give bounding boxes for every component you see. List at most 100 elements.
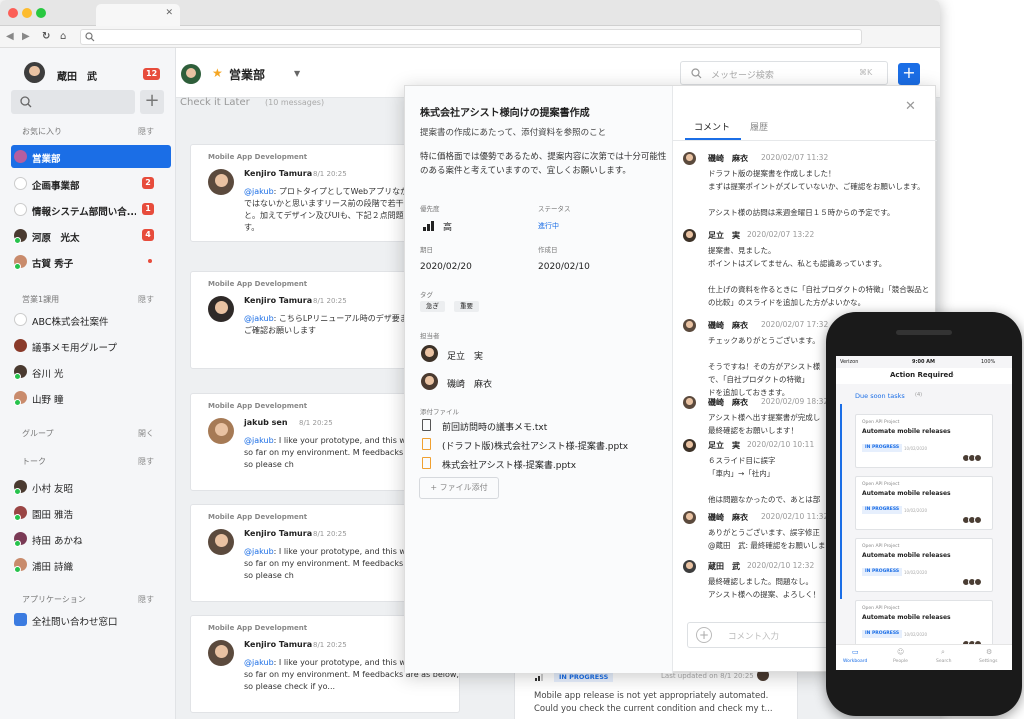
project-label: Mobile App Development: [208, 402, 308, 410]
sidebar-item-komura[interactable]: 小村 友昭: [11, 475, 171, 498]
mention-link[interactable]: @jakub: [244, 436, 274, 445]
sender-name: Kenjiro Tamura: [244, 640, 313, 649]
status-clock: 9:00 AM: [912, 359, 936, 365]
favorites-toggle[interactable]: 隠す: [138, 126, 154, 137]
star-icon[interactable]: ★: [212, 66, 223, 80]
gear-icon[interactable]: ⚙: [986, 648, 992, 656]
tab-workboard[interactable]: Workboard: [843, 659, 867, 664]
channel-icon: [14, 313, 27, 326]
tab-people[interactable]: People: [893, 659, 908, 664]
search-icon[interactable]: ⌕: [941, 648, 945, 657]
sidebar-item-label: ABC株式会社案件: [32, 317, 109, 328]
sidebar-item-kawahara[interactable]: 河原 光太 4: [11, 224, 171, 247]
due-value[interactable]: 2020/02/20: [420, 262, 472, 272]
people-icon[interactable]: ☺: [897, 648, 904, 656]
address-bar[interactable]: [80, 29, 862, 45]
close-icon[interactable]: ✕: [905, 99, 916, 114]
message-search[interactable]: メッセージ検索 ⌘K: [680, 61, 888, 85]
mobile-task-card[interactable]: Open API Project Automate mobile release…: [855, 538, 993, 592]
sidebar-search[interactable]: [11, 90, 135, 114]
search-icon: [691, 68, 702, 79]
sidebar-item-label: 営業部: [32, 154, 61, 165]
browser-tab[interactable]: ✕: [96, 4, 180, 26]
notification-badge[interactable]: 12: [143, 68, 161, 80]
mobile-tabbar: ▭ Workboard ☺ People ⌕ Search ⚙ Settings: [836, 644, 1012, 670]
mobile-task-card[interactable]: Open API Project Automate mobile release…: [855, 414, 993, 468]
forward-icon[interactable]: ▶: [22, 31, 30, 42]
sidebar-item-minutes[interactable]: 議事メモ用グループ: [11, 334, 171, 357]
file-name[interactable]: (ドラフト版)株式会社アシスト様-提案書.pptx: [442, 439, 628, 452]
home-icon[interactable]: ⌂: [60, 31, 66, 42]
user-name: 蔵田 武: [57, 72, 97, 83]
file-name[interactable]: 前回訪問時の議事メモ.txt: [442, 420, 547, 433]
status-value[interactable]: 進行中: [538, 221, 559, 231]
status-badge: IN PROGRESS: [554, 672, 614, 682]
sender-avatar: [208, 640, 234, 666]
sidebar-item-label: 持田 あかね: [32, 536, 83, 547]
sidebar-item-label: 企画事業部: [32, 181, 80, 192]
chevron-down-icon[interactable]: ▼: [294, 69, 300, 78]
sidebar-item-it-inquiry[interactable]: 情報システム部問い合... 1: [11, 198, 171, 221]
created-value: 2020/02/10: [538, 262, 590, 272]
sidebar-item-inquiry-app[interactable]: 全社問い合わせ窓口: [11, 608, 171, 631]
priority-value[interactable]: 高: [443, 220, 452, 233]
sidebar-item-urata[interactable]: 浦田 詩織: [11, 553, 171, 576]
close-window-button[interactable]: [8, 8, 18, 18]
dept-toggle[interactable]: 隠す: [138, 294, 154, 305]
mention-link[interactable]: @jakub: [244, 314, 274, 323]
tag-chip[interactable]: 重要: [454, 301, 479, 312]
online-indicator: [14, 488, 21, 495]
task-project: Open API Project: [862, 544, 900, 549]
tab-close-icon[interactable]: ✕: [165, 8, 173, 18]
sidebar-item-koga[interactable]: 古賀 秀子: [11, 250, 171, 273]
mention-link[interactable]: @jakub: [244, 658, 274, 667]
task-status: IN PROGRESS: [862, 444, 903, 452]
sidebar-item-sonoda[interactable]: 園田 雅浩: [11, 501, 171, 524]
sidebar-item-mochida[interactable]: 持田 あかね: [11, 527, 171, 550]
minimize-window-button[interactable]: [22, 8, 32, 18]
user-avatar[interactable]: [24, 62, 45, 83]
search-shortcut: ⌘K: [859, 68, 873, 77]
message-time: 8/1 20:25: [313, 641, 347, 649]
file-name[interactable]: 株式会社アシスト様-提案書.pptx: [442, 458, 576, 471]
online-indicator: [14, 540, 21, 547]
mention-link[interactable]: @jakub: [244, 547, 274, 556]
tab-settings[interactable]: Settings: [979, 659, 997, 664]
add-attachment-icon[interactable]: +: [696, 627, 712, 643]
assignee-name[interactable]: 足立 実: [447, 349, 483, 362]
tab-comments[interactable]: コメント: [694, 120, 730, 133]
online-indicator: [14, 373, 21, 380]
sidebar-item-tanigawa[interactable]: 谷川 光: [11, 360, 171, 383]
back-icon[interactable]: ◀: [6, 31, 14, 42]
reload-icon[interactable]: ↻: [42, 31, 50, 42]
sidebar-item-planning[interactable]: 企画事業部 2: [11, 172, 171, 195]
mobile-task-card[interactable]: Open API Project Automate mobile release…: [855, 476, 993, 530]
task-status: IN PROGRESS: [862, 630, 903, 638]
group-toggle[interactable]: 開く: [138, 428, 154, 439]
speaker-grille: [896, 330, 952, 335]
task-card[interactable]: IN PROGRESS Last updated on 8/1 20:25 Mo…: [514, 666, 798, 719]
task-date: 10/02/2020: [904, 508, 928, 513]
chevron-down-icon[interactable]: ⌄: [950, 371, 955, 378]
section-apps: アプリケーション: [22, 595, 86, 604]
sidebar-item-sales[interactable]: 営業部: [11, 145, 171, 168]
new-message-button[interactable]: +: [898, 63, 920, 85]
task-project: Open API Project: [862, 606, 900, 611]
apps-toggle[interactable]: 隠す: [138, 594, 154, 605]
mention-link[interactable]: @jakub: [244, 187, 274, 196]
add-file-button[interactable]: + ファイル添付: [419, 477, 499, 499]
tag-chip[interactable]: 急ぎ: [420, 301, 445, 312]
tab-search[interactable]: Search: [936, 659, 951, 664]
sidebar-item-abc[interactable]: ABC株式会社案件: [11, 308, 171, 331]
maximize-window-button[interactable]: [36, 8, 46, 18]
comment-avatar: [683, 229, 696, 242]
tab-history[interactable]: 履歴: [750, 120, 768, 133]
add-channel-button[interactable]: +: [140, 90, 164, 114]
workboard-icon[interactable]: ▭: [852, 648, 859, 656]
assignee-name[interactable]: 磯崎 麻衣: [447, 377, 492, 390]
message-count: (10 messages): [265, 98, 325, 107]
message-time: 8/1 20:25: [313, 170, 347, 178]
talk-toggle[interactable]: 隠す: [138, 456, 154, 467]
mobile-title[interactable]: Action Required: [890, 371, 953, 379]
sidebar-item-yamano[interactable]: 山野 瞳: [11, 386, 171, 409]
